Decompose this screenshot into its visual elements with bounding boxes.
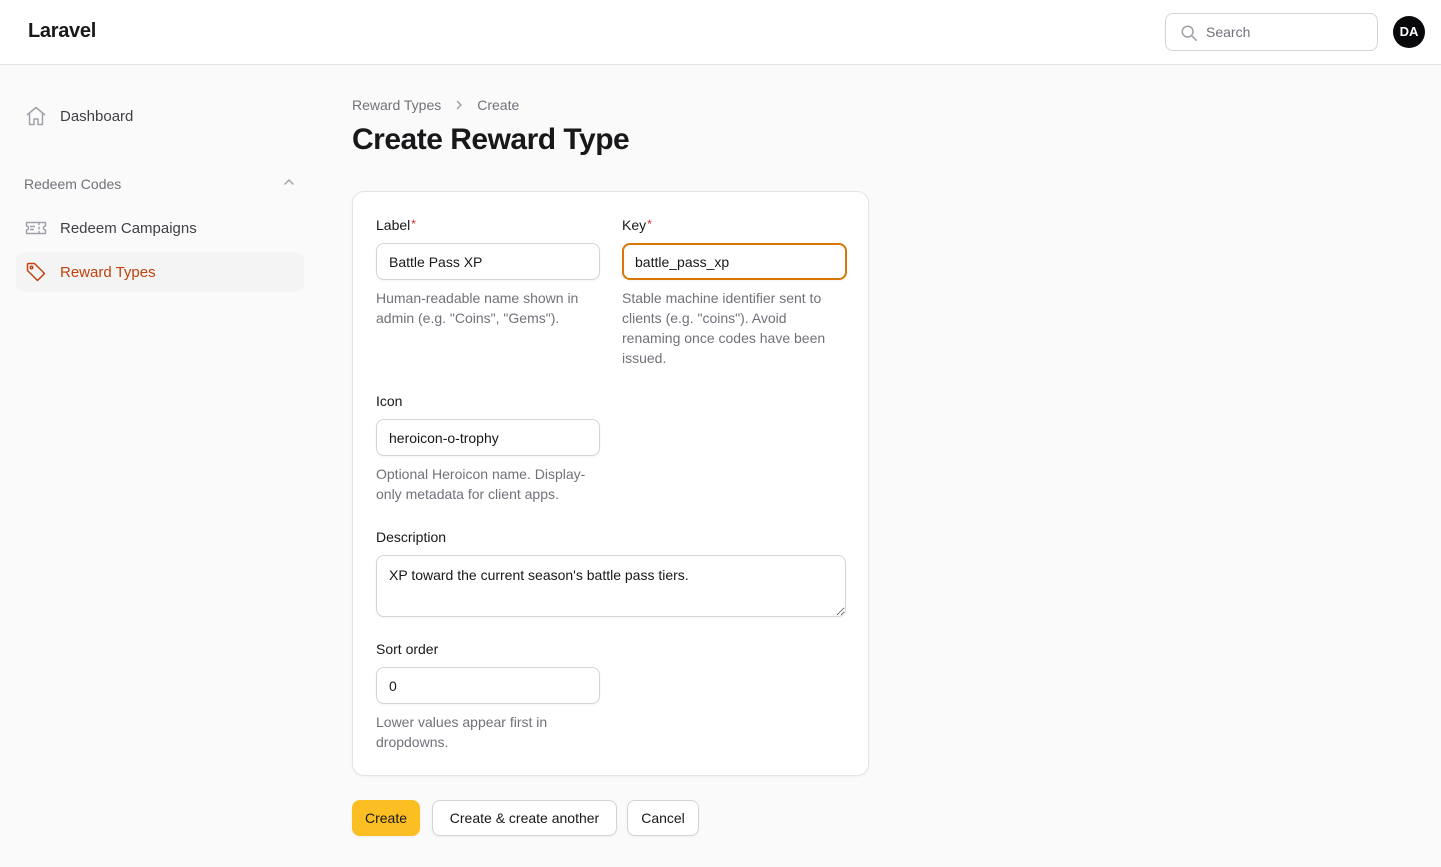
sidebar-item-reward-types[interactable]: Reward Types bbox=[16, 252, 304, 292]
form-card: Label* Human-readable name shown in admi… bbox=[352, 191, 869, 776]
required-marker: * bbox=[411, 217, 416, 231]
required-marker: * bbox=[647, 217, 652, 231]
sidebar-item-label: Reward Types bbox=[60, 263, 156, 281]
breadcrumb: Reward Types Create bbox=[352, 97, 519, 113]
user-avatar[interactable]: DA bbox=[1393, 16, 1425, 48]
breadcrumb-item-create[interactable]: Create bbox=[477, 97, 519, 113]
icon-name-input[interactable] bbox=[376, 419, 600, 456]
home-icon bbox=[24, 104, 48, 128]
key-text: Key bbox=[622, 217, 647, 233]
brand-logo[interactable]: Laravel bbox=[28, 20, 96, 43]
sidebar-item-redeem-campaigns[interactable]: Redeem Campaigns bbox=[16, 208, 304, 248]
label-field-label: Label* bbox=[376, 217, 416, 233]
chevron-right-icon bbox=[453, 99, 465, 111]
label-text: Label bbox=[376, 217, 411, 233]
sidebar-group-label: Redeem Codes bbox=[24, 176, 122, 192]
key-hint: Stable machine identifier sent to client… bbox=[622, 290, 826, 366]
cancel-button[interactable]: Cancel bbox=[627, 800, 699, 836]
breadcrumb-item-reward-types[interactable]: Reward Types bbox=[352, 97, 441, 113]
sort-order-input[interactable] bbox=[376, 667, 600, 704]
sort-order-field-label: Sort order bbox=[376, 641, 439, 657]
description-textarea[interactable]: XP toward the current season's battle pa… bbox=[376, 555, 846, 617]
sidebar-item-dashboard[interactable]: Dashboard bbox=[16, 96, 304, 136]
ticket-icon bbox=[24, 216, 48, 240]
sidebar-item-label: Redeem Campaigns bbox=[60, 219, 197, 237]
search-input[interactable] bbox=[1206, 14, 1371, 50]
create-button[interactable]: Create bbox=[352, 800, 420, 836]
page-title: Create Reward Type bbox=[352, 123, 630, 156]
key-field-label: Key* bbox=[622, 217, 652, 233]
key-input[interactable] bbox=[622, 243, 847, 280]
icon-hint: Optional Heroicon name. Display-only met… bbox=[376, 466, 586, 502]
sidebar-item-label: Dashboard bbox=[60, 107, 134, 125]
sort-order-hint: Lower values appear first in dropdowns. bbox=[376, 714, 548, 750]
chevron-up-icon[interactable] bbox=[282, 175, 296, 194]
sidebar: Dashboard Redeem Codes Redeem Campaigns … bbox=[0, 65, 320, 867]
sidebar-group-redeem-codes[interactable]: Redeem Codes bbox=[24, 174, 296, 194]
tag-icon bbox=[24, 260, 48, 284]
icon-field-label: Icon bbox=[376, 393, 403, 409]
create-another-button[interactable]: Create & create another bbox=[432, 800, 617, 836]
description-field-label: Description bbox=[376, 529, 447, 545]
search-icon bbox=[1180, 24, 1198, 42]
label-hint: Human-readable name shown in admin (e.g.… bbox=[376, 290, 579, 326]
label-input[interactable] bbox=[376, 243, 600, 280]
top-bar: Laravel DA bbox=[0, 0, 1441, 65]
global-search[interactable] bbox=[1165, 13, 1378, 51]
